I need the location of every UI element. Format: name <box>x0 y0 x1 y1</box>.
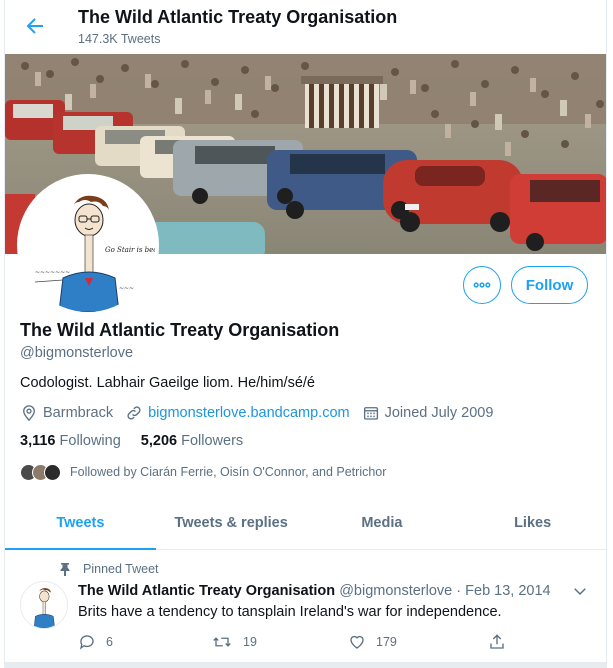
profile-page: The Wild Atlantic Treaty Organisation 14… <box>4 0 607 668</box>
profile-bio: Codologist. Labhair Gaeilge liom. He/him… <box>20 375 315 391</box>
pinned-text: Pinned Tweet <box>83 562 159 576</box>
tweet-date[interactable]: Feb 13, 2014 <box>465 583 550 599</box>
tweet-count: 147.3K Tweets <box>78 32 161 46</box>
tab-media[interactable]: Media <box>307 497 458 549</box>
tab-tweets[interactable]: Tweets <box>5 497 156 550</box>
tab-likes[interactable]: Likes <box>457 497 606 549</box>
following-count: 3,116 <box>20 433 56 449</box>
website-link[interactable]: bigmonsterlove.bandcamp.com <box>148 405 350 421</box>
following-link[interactable]: 3,116 Following <box>20 433 121 449</box>
avatar-caption: Go Stair is beo... <box>105 246 155 254</box>
followers-count: 5,206 <box>140 433 178 449</box>
following-label: Following <box>59 433 121 449</box>
tweet-actions: 6 19 179 <box>78 633 508 653</box>
tweet-author[interactable]: The Wild Atlantic Treaty Organisation <box>78 583 335 599</box>
tweet-header: The Wild Atlantic Treaty Organisation @b… <box>78 583 551 599</box>
profile-name: The Wild Atlantic Treaty Organisation <box>20 320 340 340</box>
more-options-button[interactable] <box>463 266 501 304</box>
followers-label: Followers <box>181 433 244 449</box>
divider <box>5 662 606 668</box>
calendar-icon <box>363 407 378 420</box>
profile-tabs: Tweets Tweets & replies Media Likes <box>5 497 606 550</box>
chevron-down-icon[interactable] <box>571 582 589 600</box>
followed-by[interactable]: Followed by Ciarán Ferrie, Oisín O'Conno… <box>20 462 386 482</box>
share-icon <box>490 634 504 649</box>
retweet-icon <box>213 637 231 647</box>
location-item: Barmbrack <box>20 404 113 422</box>
location-pin-icon <box>23 405 35 422</box>
pin-icon <box>60 563 70 576</box>
follower-avatar <box>44 463 61 481</box>
follow-stats: 3,116 Following 5,206 Followers <box>20 433 263 449</box>
svg-text:~~~: ~~~ <box>119 285 134 292</box>
followed-by-text: Followed by Ciarán Ferrie, Oisín O'Conno… <box>70 465 387 479</box>
location-text: Barmbrack <box>43 405 114 421</box>
followers-link[interactable]: 5,206 Followers <box>141 433 243 449</box>
reply-button[interactable]: 6 <box>78 633 113 651</box>
pinned-label: Pinned Tweet <box>59 561 159 577</box>
joined-item: Joined July 2009 <box>362 404 494 422</box>
reply-icon <box>79 635 94 650</box>
tab-tweets-replies[interactable]: Tweets & replies <box>156 497 307 549</box>
tweet-avatar[interactable] <box>20 581 68 629</box>
avatar-illustration: ~~~~~~~ ~~~ Go Stair is beo... <box>21 178 155 312</box>
profile-header: The Wild Atlantic Treaty Organisation 14… <box>5 0 606 53</box>
tweet-separator: · <box>456 583 462 599</box>
follow-button[interactable]: Follow <box>511 266 588 304</box>
more-dots-icon <box>473 282 491 288</box>
tweet-text: Brits have a tendency to tansplain Irela… <box>78 604 502 620</box>
svg-text:~~~~~~~: ~~~~~~~ <box>35 269 70 276</box>
joined-text: Joined July 2009 <box>384 405 494 421</box>
website-item: bigmonsterlove.bandcamp.com <box>125 404 350 422</box>
tweet-handle[interactable]: @bigmonsterlove <box>339 583 452 599</box>
header-title: The Wild Atlantic Treaty Organisation <box>78 7 398 27</box>
profile-avatar[interactable]: ~~~~~~~ ~~~ Go Stair is beo... <box>17 174 159 316</box>
back-arrow-icon[interactable] <box>23 14 47 38</box>
retweet-count: 19 <box>243 635 257 649</box>
like-count: 179 <box>376 635 397 649</box>
like-button[interactable]: 179 <box>348 633 397 651</box>
profile-meta: Barmbrack bigmonsterlove.bandcamp.com Jo… <box>20 403 505 423</box>
share-button[interactable] <box>488 633 516 651</box>
retweet-button[interactable]: 19 <box>211 633 257 651</box>
link-icon <box>127 406 141 420</box>
heart-icon <box>350 635 364 649</box>
profile-handle: @bigmonsterlove <box>20 345 134 361</box>
tweet-avatar-illustration <box>21 582 67 628</box>
reply-count: 6 <box>106 635 113 649</box>
